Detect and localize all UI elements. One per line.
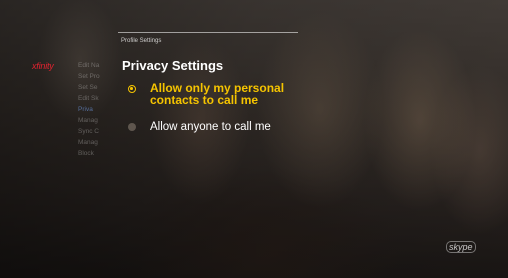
sidebar-item-privacy[interactable]: Priva xyxy=(78,104,118,115)
option-label: Allow only my personal contacts to call … xyxy=(150,81,285,107)
sidebar-item-sync-contacts[interactable]: Sync C xyxy=(78,126,118,137)
background-overlay xyxy=(0,0,508,278)
breadcrumb: Profile Settings xyxy=(121,38,162,44)
sidebar-item-blocked[interactable]: Block xyxy=(78,148,118,159)
sidebar-item-manage[interactable]: Manag xyxy=(78,115,118,126)
tv-screen: Profile Settings xfinity Edit Na Set Pro… xyxy=(0,0,508,278)
skype-logo: skype xyxy=(446,241,476,253)
page-title: Privacy Settings xyxy=(122,58,224,73)
radio-unselected-icon[interactable] xyxy=(128,123,136,131)
sidebar-item-edit-name[interactable]: Edit Na xyxy=(78,60,118,71)
sidebar-item-set-profile[interactable]: Set Pro xyxy=(78,71,118,82)
privacy-option-contacts-only[interactable]: Allow only my personal contacts to call … xyxy=(128,82,320,106)
sidebar-item-set-settings[interactable]: Set Se xyxy=(78,82,118,93)
option-label: Allow anyone to call me xyxy=(150,121,271,133)
header-divider xyxy=(118,32,298,33)
sidebar-menu: Edit Na Set Pro Set Se Edit Sk Priva Man… xyxy=(78,60,118,159)
radio-selected-icon[interactable] xyxy=(128,85,136,93)
sidebar-item-edit-skype[interactable]: Edit Sk xyxy=(78,93,118,104)
sidebar-item-manage-2[interactable]: Manag xyxy=(78,137,118,148)
xfinity-logo: xfinity xyxy=(32,61,54,71)
privacy-option-anyone[interactable]: Allow anyone to call me xyxy=(128,120,271,134)
